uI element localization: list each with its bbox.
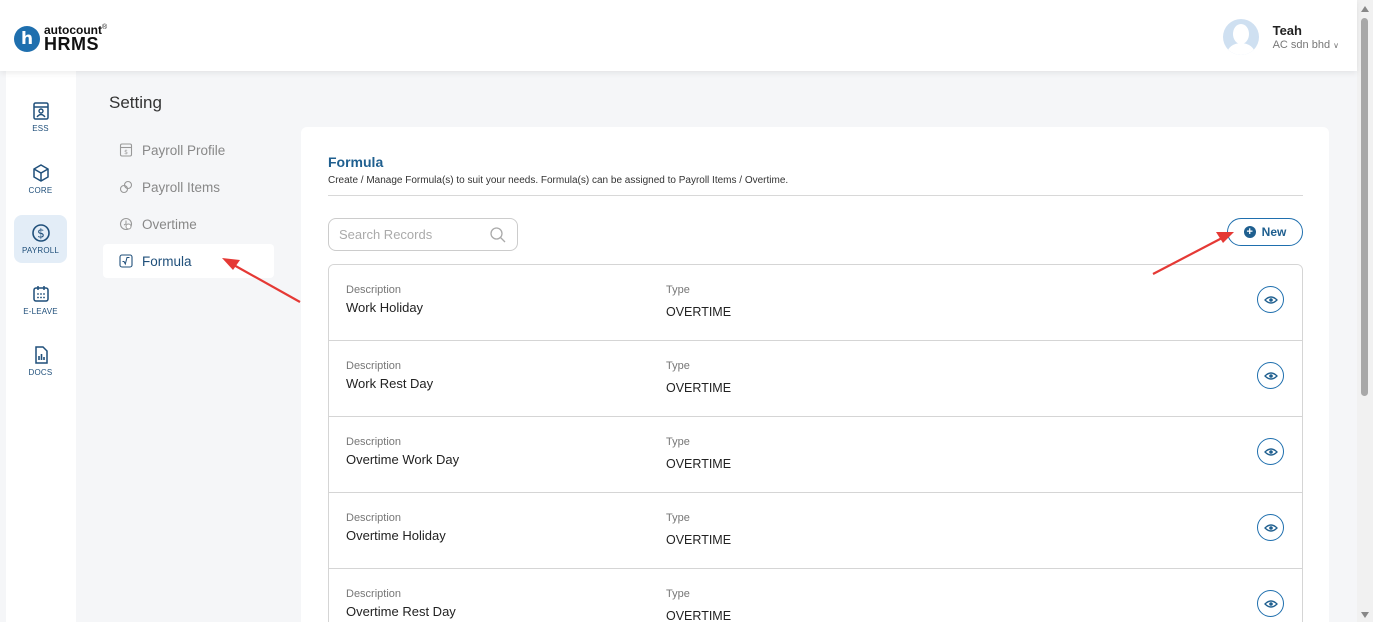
id-card-icon	[32, 102, 49, 120]
type-label: Type	[666, 360, 690, 372]
scroll-thumb[interactable]	[1361, 18, 1368, 396]
submenu-item-formula[interactable]: Formula	[103, 244, 274, 278]
submenu-item-payroll-profile[interactable]: $ Payroll Profile	[103, 133, 274, 167]
submenu-item-overtime[interactable]: Overtime	[103, 207, 274, 241]
view-button[interactable]	[1257, 514, 1284, 541]
rail-label-payroll: PAYROLL	[21, 246, 60, 255]
type-value: OVERTIME	[666, 381, 732, 395]
description-value: Overtime Holiday	[346, 528, 446, 543]
company-name: AC sdn bhd	[1272, 39, 1331, 51]
submenu-label: Formula	[142, 253, 192, 269]
description-label: Description	[346, 512, 402, 524]
new-button-label: New	[1261, 225, 1287, 239]
type-value: OVERTIME	[666, 609, 732, 622]
rail-label-ess: ESS	[32, 124, 49, 133]
rail-item-payroll[interactable]: $ PAYROLL	[14, 215, 67, 263]
rail-label-core: CORE	[28, 186, 53, 195]
description-label: Description	[346, 360, 402, 372]
list-item: Description Work Rest Day Type OVERTIME	[329, 341, 1302, 417]
new-formula-button[interactable]: + New	[1227, 218, 1303, 246]
view-button[interactable]	[1257, 438, 1284, 465]
type-label: Type	[666, 436, 690, 448]
setting-submenu: $ Payroll Profile Payroll Items Overtime	[103, 133, 274, 281]
description-label: Description	[346, 284, 402, 296]
document-chart-icon	[34, 346, 48, 364]
view-button[interactable]	[1257, 590, 1284, 617]
svg-text:$: $	[37, 227, 45, 241]
view-button[interactable]	[1257, 362, 1284, 389]
list-item: Description Overtime Work Day Type OVERT…	[329, 417, 1302, 493]
list-item: Description Overtime Rest Day Type OVERT…	[329, 569, 1302, 622]
submenu-item-payroll-items[interactable]: Payroll Items	[103, 170, 274, 204]
description-label: Description	[346, 436, 402, 448]
scroll-up-arrow-icon[interactable]	[1361, 6, 1369, 12]
description-value: Overtime Rest Day	[346, 604, 456, 619]
rail-item-ess[interactable]: ESS	[14, 93, 67, 141]
user-name: Teah	[1272, 23, 1302, 38]
rail-label-docs: DOCS	[28, 368, 53, 377]
description-value: Overtime Work Day	[346, 452, 460, 467]
eye-icon	[1263, 295, 1278, 304]
section-description: Create / Manage Formula(s) to suit your …	[328, 175, 789, 186]
module-rail: ESS CORE $ PAYROLL E-LEAVE DOCS	[6, 71, 76, 622]
type-label: Type	[666, 512, 690, 524]
eye-icon	[1263, 371, 1278, 380]
calendar-icon	[32, 286, 49, 302]
type-value: OVERTIME	[666, 533, 732, 547]
description-label: Description	[346, 588, 402, 600]
page: h autocount® HRMS Teah AC sdn bhd ∨ ESS …	[0, 0, 1373, 622]
submenu-label: Overtime	[142, 216, 197, 232]
dollar-circle-icon: $	[31, 224, 50, 242]
cube-icon	[32, 164, 49, 182]
logo-h-icon: h	[14, 25, 40, 52]
description-value: Work Holiday	[346, 300, 424, 315]
list-item: Description Overtime Holiday Type OVERTI…	[329, 493, 1302, 569]
section-title: Formula	[328, 154, 384, 170]
view-button[interactable]	[1257, 286, 1284, 313]
user-menu[interactable]: Teah AC sdn bhd ∨	[1222, 19, 1339, 55]
top-header: h autocount® HRMS Teah AC sdn bhd ∨	[0, 0, 1357, 71]
type-label: Type	[666, 588, 690, 600]
description-value: Work Rest Day	[346, 376, 434, 391]
app-logo[interactable]: h autocount® HRMS	[14, 24, 107, 53]
calculator-icon: $	[119, 143, 133, 157]
logo-product: HRMS	[44, 34, 99, 54]
clock-dollar-icon	[119, 217, 133, 231]
coins-icon	[119, 180, 133, 194]
list-item: Description Work Holiday Type OVERTIME	[329, 265, 1302, 341]
rail-item-docs[interactable]: DOCS	[14, 337, 67, 385]
page-scrollbar[interactable]	[1357, 0, 1373, 622]
eye-icon	[1263, 523, 1278, 532]
plus-circle-icon: +	[1243, 226, 1256, 238]
rail-item-e-leave[interactable]: E-LEAVE	[14, 276, 67, 324]
divider	[328, 195, 1303, 196]
type-value: OVERTIME	[666, 305, 732, 319]
search-icon[interactable]	[489, 226, 507, 244]
chevron-down-icon: ∨	[1333, 41, 1339, 50]
rail-item-core[interactable]: CORE	[14, 155, 67, 203]
page-title: Setting	[109, 93, 162, 112]
avatar[interactable]	[1222, 19, 1259, 55]
eye-icon	[1263, 447, 1278, 456]
formula-list: Description Work Holiday Type OVERTIME D…	[328, 264, 1303, 622]
scroll-down-arrow-icon[interactable]	[1361, 612, 1369, 618]
type-value: OVERTIME	[666, 457, 732, 471]
type-label: Type	[666, 284, 690, 296]
rail-label-e-leave: E-LEAVE	[23, 307, 58, 316]
formula-icon	[119, 254, 133, 268]
eye-icon	[1263, 599, 1278, 608]
submenu-label: Payroll Items	[142, 179, 221, 195]
formula-card: Formula Create / Manage Formula(s) to su…	[301, 127, 1329, 622]
submenu-label: Payroll Profile	[142, 142, 226, 158]
svg-text:$: $	[124, 149, 128, 156]
